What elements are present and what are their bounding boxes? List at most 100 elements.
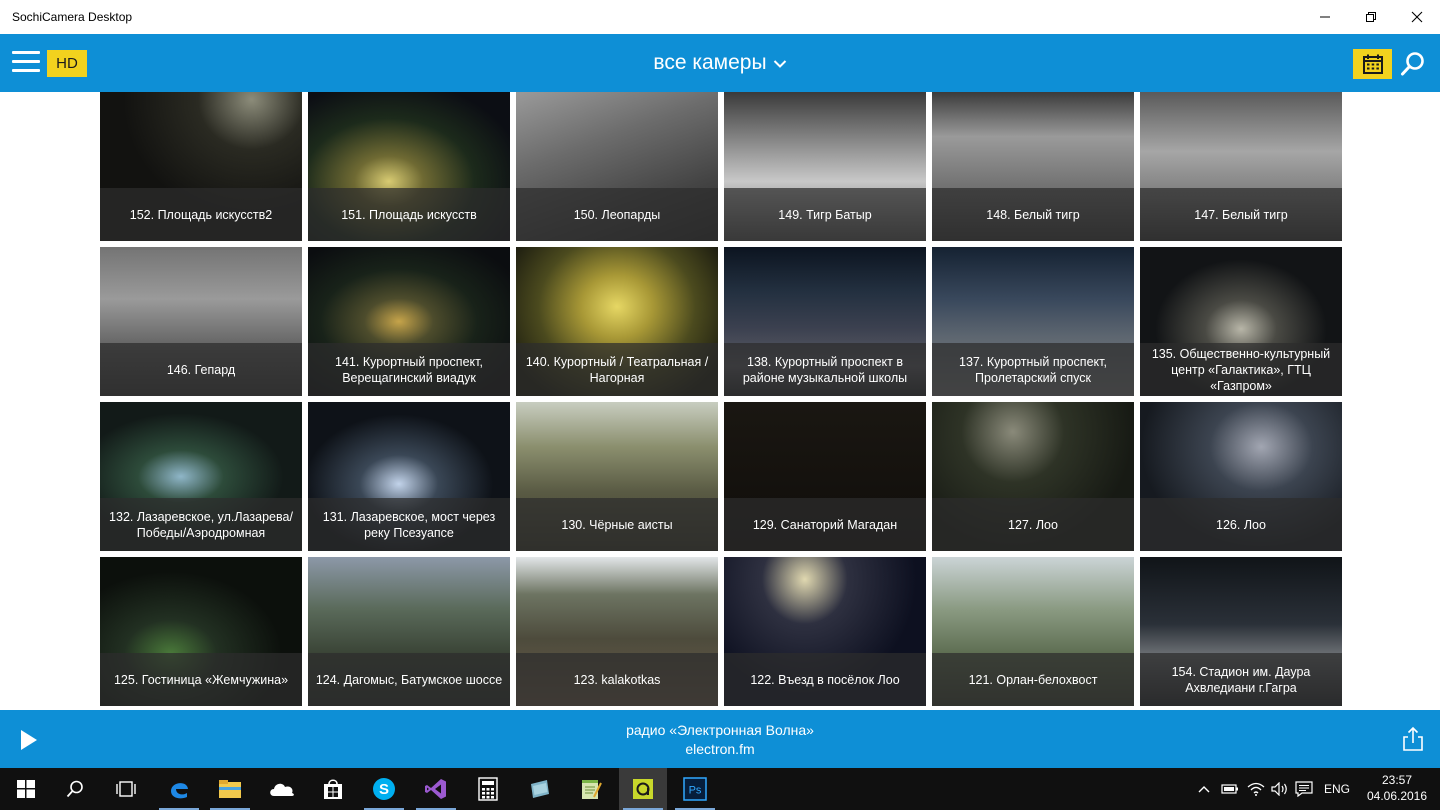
minimize-icon bbox=[1320, 16, 1330, 18]
svg-text:Ps: Ps bbox=[689, 785, 702, 797]
camera-tile[interactable]: 132. Лазаревское, ул.Лазарева/ Победы/Аэ… bbox=[100, 402, 302, 551]
camera-tile[interactable]: 123. kalakotkas bbox=[516, 557, 718, 706]
camera-filter-dropdown[interactable]: все камеры bbox=[653, 51, 786, 75]
notification-icon bbox=[1295, 781, 1313, 797]
camera-label: 123. kalakotkas bbox=[516, 653, 718, 706]
onedrive-taskbar-button[interactable] bbox=[258, 768, 306, 810]
hd-toggle-button[interactable]: HD bbox=[47, 50, 87, 77]
chevron-up-icon bbox=[1198, 786, 1210, 793]
camera-tile[interactable]: 154. Стадион им. Даура Ахвледиани г.Гагр… bbox=[1140, 557, 1342, 706]
camera-label: 131. Лазаревское, мост через реку Псезуа… bbox=[308, 498, 510, 551]
clock-date: 04.06.2016 bbox=[1366, 789, 1428, 803]
minimize-button[interactable] bbox=[1302, 0, 1348, 34]
camera-label: 141. Курортный проспект, Верещагинский в… bbox=[308, 343, 510, 396]
camera-grid: 152. Площадь искусств2 151. Площадь искус… bbox=[100, 92, 1342, 707]
camera-label: 148. Белый тигр bbox=[932, 188, 1134, 241]
camera-label: 122. Въезд в посёлок Лоо bbox=[724, 653, 926, 706]
taskbar-clock[interactable]: 23:57 04.06.2016 bbox=[1360, 772, 1434, 804]
camera-label: 154. Стадион им. Даура Ахвледиани г.Гагр… bbox=[1140, 653, 1342, 706]
camera-label: 126. Лоо bbox=[1140, 498, 1342, 551]
camera-tile[interactable]: 127. Лоо bbox=[932, 402, 1134, 551]
volume-button[interactable] bbox=[1268, 768, 1292, 810]
camera-label: 138. Курортный проспект в районе музыкал… bbox=[724, 343, 926, 396]
camera-tile[interactable]: 121. Орлан-белохвост bbox=[932, 557, 1134, 706]
file-explorer-icon bbox=[219, 780, 241, 798]
radio-player-bar: радио «Электронная Волна» electron.fm bbox=[0, 710, 1440, 768]
camera-tile[interactable]: 141. Курортный проспект, Верещагинский в… bbox=[308, 247, 510, 396]
chevron-down-icon bbox=[773, 60, 786, 68]
app-icon bbox=[531, 780, 549, 798]
camera-tile[interactable]: 151. Площадь искусств bbox=[308, 92, 510, 241]
camera-label: 132. Лазаревское, ул.Лазарева/ Победы/Аэ… bbox=[100, 498, 302, 551]
start-button[interactable] bbox=[2, 768, 50, 810]
camera-label: 137. Курортный проспект, Пролетарский сп… bbox=[932, 343, 1134, 396]
visual-studio-taskbar-button[interactable] bbox=[412, 768, 460, 810]
camera-tile[interactable]: 122. Въезд в посёлок Лоо bbox=[724, 557, 926, 706]
battery-button[interactable] bbox=[1218, 768, 1242, 810]
camera-tile[interactable]: 152. Площадь искусств2 bbox=[100, 92, 302, 241]
camera-tile[interactable]: 129. Санаторий Магадан bbox=[724, 402, 926, 551]
camera-tile[interactable]: 138. Курортный проспект в районе музыкал… bbox=[724, 247, 926, 396]
skype-icon: S bbox=[373, 778, 395, 800]
search-icon bbox=[66, 780, 83, 798]
calculator-icon bbox=[478, 777, 498, 801]
calculator-taskbar-button[interactable] bbox=[464, 768, 512, 810]
action-center-button[interactable] bbox=[1292, 768, 1316, 810]
explorer-taskbar-button[interactable] bbox=[206, 768, 254, 810]
photoshop-icon: Ps bbox=[683, 777, 707, 801]
search-icon bbox=[1401, 52, 1424, 76]
search-button[interactable] bbox=[1398, 49, 1428, 79]
camera-tile[interactable]: 149. Тигр Батыр bbox=[724, 92, 926, 241]
task-view-button[interactable] bbox=[102, 768, 150, 810]
taskbar-search-button[interactable] bbox=[51, 768, 99, 810]
onedrive-icon bbox=[270, 783, 294, 796]
view-title: все камеры bbox=[653, 51, 767, 74]
sochicamera-taskbar-button[interactable] bbox=[619, 768, 667, 810]
camera-tile[interactable]: 140. Курортный / Театральная / Нагорная bbox=[516, 247, 718, 396]
camera-tile[interactable]: 147. Белый тигр bbox=[1140, 92, 1342, 241]
camera-tile[interactable]: 126. Лоо bbox=[1140, 402, 1342, 551]
restore-button[interactable] bbox=[1348, 0, 1394, 34]
photoshop-taskbar-button[interactable]: Ps bbox=[671, 768, 719, 810]
camera-tile[interactable]: 135. Общественно-культурный центр «Галак… bbox=[1140, 247, 1342, 396]
edge-taskbar-button[interactable] bbox=[155, 768, 203, 810]
camera-label: 149. Тигр Батыр bbox=[724, 188, 926, 241]
store-taskbar-button[interactable] bbox=[309, 768, 357, 810]
battery-icon bbox=[1221, 784, 1238, 794]
camera-label: 125. Гостиница «Жемчужина» bbox=[100, 653, 302, 706]
camera-tile[interactable]: 125. Гостиница «Жемчужина» bbox=[100, 557, 302, 706]
camera-tile[interactable]: 131. Лазаревское, мост через реку Псезуа… bbox=[308, 402, 510, 551]
notepad-icon bbox=[582, 780, 602, 799]
calendar-button[interactable] bbox=[1353, 49, 1392, 79]
notepad-taskbar-button[interactable] bbox=[567, 768, 615, 810]
share-icon[interactable] bbox=[1400, 726, 1426, 752]
show-hidden-icons-button[interactable] bbox=[1192, 768, 1216, 810]
close-button[interactable] bbox=[1394, 0, 1440, 34]
camera-label: 152. Площадь искусств2 bbox=[100, 188, 302, 241]
camera-tile[interactable]: 150. Леопарды bbox=[516, 92, 718, 241]
skype-taskbar-button[interactable]: S bbox=[360, 768, 408, 810]
close-icon bbox=[1411, 11, 1423, 23]
camera-label: 127. Лоо bbox=[932, 498, 1134, 551]
wifi-button[interactable] bbox=[1244, 768, 1268, 810]
language-indicator[interactable]: ENG bbox=[1318, 768, 1356, 810]
menu-button[interactable] bbox=[12, 51, 40, 75]
camera-tile[interactable]: 130. Чёрные аисты bbox=[516, 402, 718, 551]
camera-label: 140. Курортный / Театральная / Нагорная bbox=[516, 343, 718, 396]
sochicamera-icon bbox=[633, 779, 653, 799]
windows-taskbar: S Ps ENG 23:57 04.06.2016 bbox=[0, 768, 1440, 810]
window-title: SochiCamera Desktop bbox=[12, 10, 133, 24]
radio-station-site: electron.fm bbox=[685, 741, 755, 757]
camera-tile[interactable]: 124. Дагомыс, Батумское шоссе bbox=[308, 557, 510, 706]
camera-tile[interactable]: 148. Белый тигр bbox=[932, 92, 1134, 241]
camera-tile[interactable]: 146. Гепард bbox=[100, 247, 302, 396]
app-taskbar-button[interactable] bbox=[516, 768, 564, 810]
camera-label: 150. Леопарды bbox=[516, 188, 718, 241]
radio-station-name: радио «Электронная Волна» bbox=[626, 722, 814, 738]
volume-icon bbox=[1271, 782, 1287, 796]
camera-label: 130. Чёрные аисты bbox=[516, 498, 718, 551]
camera-label: 121. Орлан-белохвост bbox=[932, 653, 1134, 706]
camera-tile[interactable]: 137. Курортный проспект, Пролетарский сп… bbox=[932, 247, 1134, 396]
edge-icon bbox=[171, 783, 188, 799]
camera-label: 124. Дагомыс, Батумское шоссе bbox=[308, 653, 510, 706]
